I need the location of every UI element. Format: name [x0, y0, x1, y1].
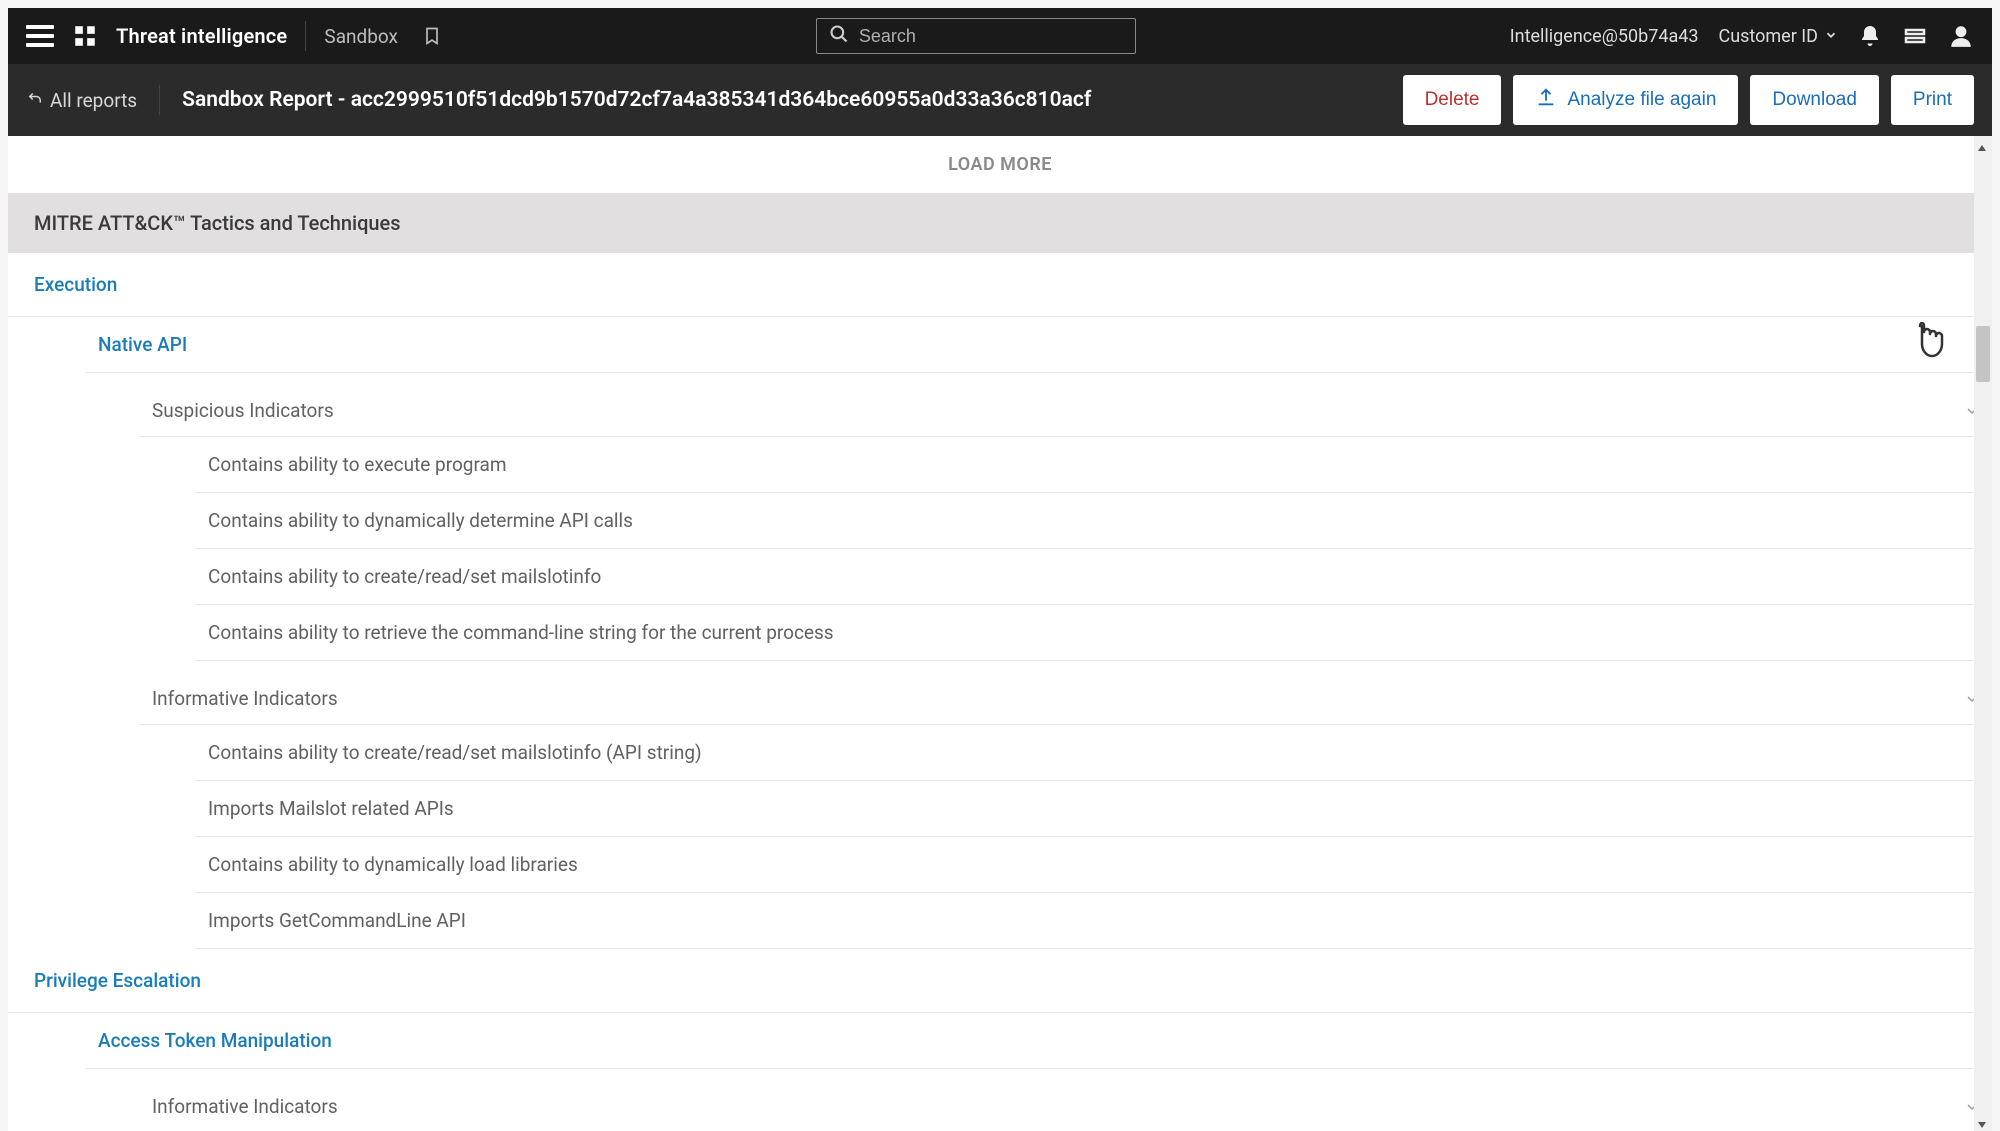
group-suspicious-indicators[interactable]: Suspicious Indicators — [140, 373, 1992, 437]
sub-header: All reports Sandbox Report - acc2999510f… — [8, 64, 1992, 136]
group-informative-indicators[interactable]: Informative Indicators — [140, 1069, 1992, 1131]
indicator-item[interactable]: Contains ability to execute program — [196, 437, 1992, 493]
all-reports-label: All reports — [50, 89, 137, 112]
print-button[interactable]: Print — [1891, 75, 1974, 125]
tactic-execution[interactable]: Execution — [8, 253, 1992, 317]
customer-id-dropdown[interactable]: Customer ID — [1718, 26, 1838, 47]
group-informative-indicators[interactable]: Informative Indicators — [140, 661, 1992, 725]
technique-label: Native API — [98, 333, 187, 356]
menu-icon[interactable] — [26, 25, 54, 47]
chevron-down-icon — [1824, 26, 1838, 47]
group-label: Informative Indicators — [152, 687, 338, 710]
bookmark-icon[interactable] — [422, 24, 442, 48]
analyze-again-label: Analyze file again — [1567, 89, 1716, 111]
inbox-icon[interactable] — [1902, 24, 1928, 48]
breadcrumb-sandbox[interactable]: Sandbox — [324, 25, 398, 48]
search-input[interactable] — [859, 26, 1123, 47]
indicator-item[interactable]: Contains ability to create/read/set mail… — [196, 725, 1992, 781]
scrollbar-thumb[interactable] — [1976, 326, 1990, 382]
group-label: Suspicious Indicators — [152, 399, 334, 422]
divider — [305, 21, 306, 51]
all-reports-link[interactable]: All reports — [26, 89, 137, 112]
brand-title: Threat intelligence — [116, 24, 287, 48]
download-button[interactable]: Download — [1750, 75, 1879, 125]
technique-native-api[interactable]: Native API — [86, 317, 1992, 373]
main-content: LOAD MORE MITRE ATT&CK™ Tactics and Tech… — [8, 136, 1992, 1131]
upload-icon — [1535, 86, 1557, 114]
user-icon[interactable] — [1948, 23, 1974, 49]
technique-label: Access Token Manipulation — [98, 1029, 332, 1052]
group-label: Informative Indicators — [152, 1095, 338, 1118]
notifications-icon[interactable] — [1858, 24, 1882, 48]
indicator-item[interactable]: Contains ability to dynamically load lib… — [196, 837, 1992, 893]
indicator-item[interactable]: Imports Mailslot related APIs — [196, 781, 1992, 837]
search-box[interactable] — [816, 18, 1136, 54]
delete-button[interactable]: Delete — [1403, 75, 1502, 125]
scroll-up-icon[interactable] — [1976, 139, 1988, 151]
tactic-privilege-escalation[interactable]: Privilege Escalation — [8, 949, 1992, 1013]
search-icon — [829, 24, 849, 48]
indicator-item[interactable]: Contains ability to dynamically determin… — [196, 493, 1992, 549]
customer-id-label: Customer ID — [1718, 26, 1818, 47]
load-more-button[interactable]: LOAD MORE — [8, 136, 1992, 193]
indicator-item[interactable]: Contains ability to retrieve the command… — [196, 605, 1992, 661]
technique-access-token-manipulation[interactable]: Access Token Manipulation — [86, 1013, 1992, 1069]
product-logo-icon[interactable] — [72, 23, 98, 49]
tenant-label: Intelligence@50b74a43 — [1510, 26, 1699, 47]
indicator-item[interactable]: Imports GetCommandLine API — [196, 893, 1992, 949]
divider — [159, 85, 160, 115]
scrollbar-track[interactable] — [1974, 136, 1992, 1131]
indicator-item[interactable]: Contains ability to create/read/set mail… — [196, 549, 1992, 605]
scroll-down-icon[interactable] — [1976, 1116, 1988, 1128]
top-bar: Threat intelligence Sandbox Intelligence… — [8, 8, 1992, 64]
back-icon — [26, 89, 44, 112]
analyze-again-button[interactable]: Analyze file again — [1513, 75, 1738, 125]
section-header-mitre: MITRE ATT&CK™ Tactics and Techniques — [8, 193, 1992, 253]
report-title: Sandbox Report - acc2999510f51dcd9b1570d… — [182, 88, 1380, 112]
